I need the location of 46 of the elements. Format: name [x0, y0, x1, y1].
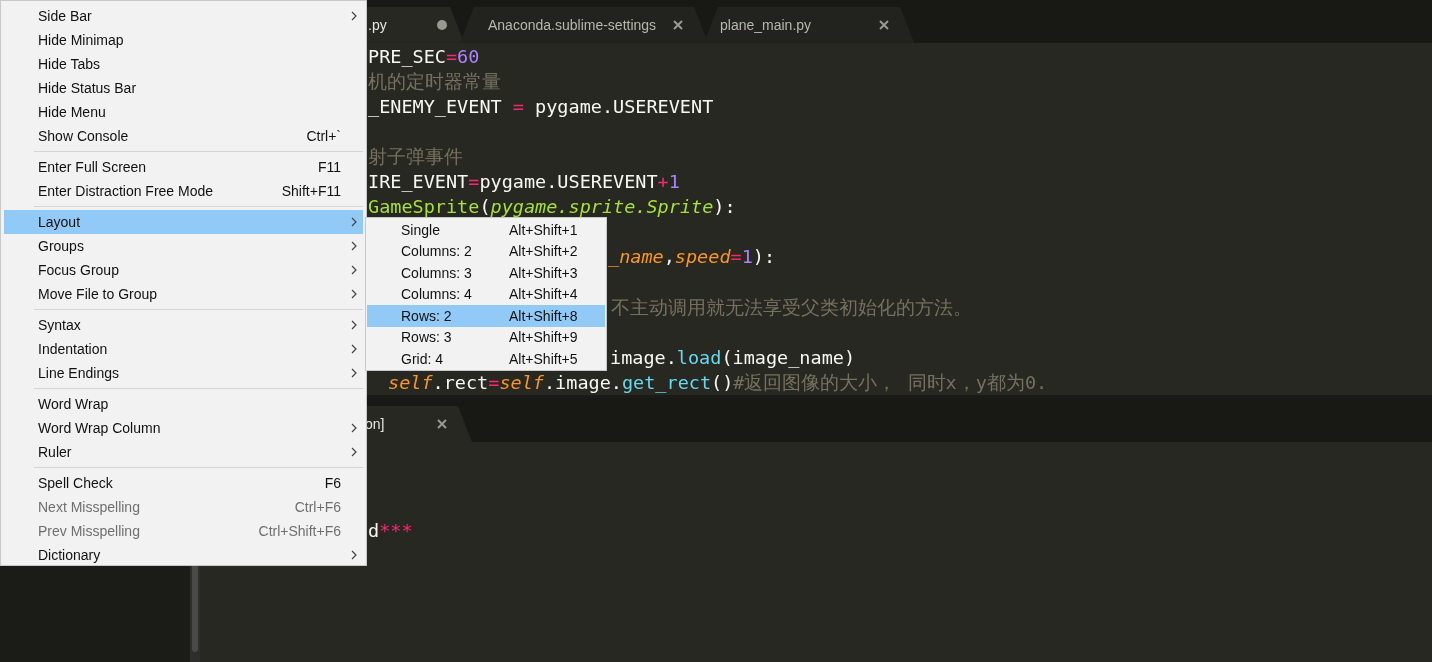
code-line: d***: [368, 519, 413, 544]
menu-item[interactable]: Columns: 4 Alt+Shift+4: [367, 283, 605, 305]
menu-item[interactable]: Word Wrap Column: [4, 416, 363, 440]
close-icon[interactable]: [878, 18, 890, 31]
menu-item[interactable]: Groups: [4, 234, 363, 258]
menu-item[interactable]: Dictionary: [4, 543, 363, 567]
code-line: self.rect=self.image.get_rect()#返回图像的大小， 同时x，y都为0.: [388, 370, 1048, 395]
menu-item[interactable]: Side Bar: [4, 4, 363, 28]
tab-label: plane_main.py: [720, 16, 813, 33]
close-icon[interactable]: [672, 18, 684, 31]
menu-item[interactable]: Focus Group: [4, 258, 363, 282]
code-line: _ENEMY_EVENT = pygame.USEREVENT: [368, 94, 714, 119]
menu-item[interactable]: Hide Menu: [4, 100, 363, 124]
menu-item[interactable]: Spell Check F6: [4, 471, 363, 495]
code-line: IRE_EVENT=pygame.USEREVENT+1: [368, 170, 680, 195]
menu-item[interactable]: Hide Tabs: [4, 52, 363, 76]
tab-label: .py: [368, 16, 388, 33]
file-tab[interactable]: plane_main.py: [704, 6, 914, 43]
menu-item[interactable]: Hide Status Bar: [4, 76, 363, 100]
menu-item[interactable]: Word Wrap: [4, 392, 363, 416]
menu-item[interactable]: Rows: 3 Alt+Shift+9: [367, 326, 605, 348]
menu-item[interactable]: Hide Minimap: [4, 28, 363, 52]
menu-item[interactable]: Enter Full Screen F11: [4, 155, 363, 179]
menu-item[interactable]: Show Console Ctrl+`: [4, 124, 363, 148]
close-icon[interactable]: [436, 418, 448, 430]
code-line: _name,speed=1):: [608, 245, 776, 270]
menu-item[interactable]: Grid: 4 Alt+Shift+5: [367, 348, 605, 370]
menu-item[interactable]: Indentation: [4, 337, 363, 361]
menu-item[interactable]: Move File to Group: [4, 282, 363, 306]
file-tab[interactable]: Anaconda.sublime-settings: [460, 6, 708, 43]
menu-item[interactable]: Line Endings: [4, 361, 363, 385]
menu-item[interactable]: Enter Distraction Free Mode Shift+F11: [4, 179, 363, 203]
code-line: 不主动调用就无法享受父类初始化的方法。: [611, 295, 972, 320]
code-line: 机的定时器常量: [368, 69, 501, 94]
code-line: PRE_SEC=60: [368, 44, 480, 69]
menu-item[interactable]: Rows: 2 Alt+Shift+8: [367, 305, 605, 327]
menu-item[interactable]: Syntax: [4, 313, 363, 337]
menu-item[interactable]: Columns: 2 Alt+Shift+2: [367, 240, 605, 262]
code-line: 射子弹事件: [368, 145, 463, 170]
code-line: GameSprite(pygame.sprite.Sprite):: [368, 195, 736, 220]
menu-item[interactable]: Layout: [4, 210, 363, 234]
menu-item[interactable]: Single Alt+Shift+1: [367, 219, 605, 241]
tab-label: Anaconda.sublime-settings: [488, 16, 658, 33]
code-line: image.load(image_name): [610, 345, 856, 370]
menu-item[interactable]: Ruler: [4, 440, 363, 464]
menu-item[interactable]: Columns: 3 Alt+Shift+3: [367, 262, 605, 284]
